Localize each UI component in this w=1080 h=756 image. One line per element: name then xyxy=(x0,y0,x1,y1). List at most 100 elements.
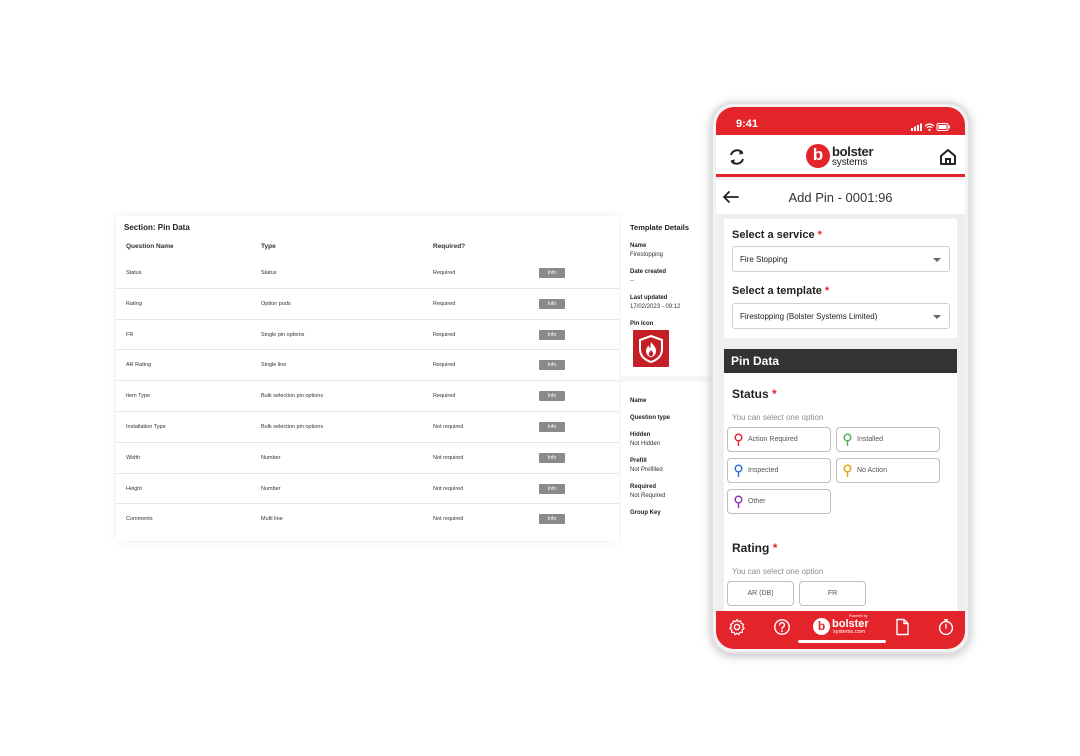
fire-shield-icon xyxy=(633,330,669,367)
question-name: AR Rating xyxy=(126,362,152,369)
question-name: Rating xyxy=(126,300,142,307)
question-table-body: Status Status Required Info Rating Optio… xyxy=(116,258,619,535)
rating-options: AR (DB) FR xyxy=(727,581,947,607)
info-button[interactable]: Info xyxy=(539,514,565,525)
bolster-logo-mark: b xyxy=(813,618,830,635)
sync-icon[interactable] xyxy=(727,147,747,167)
hidden-label: Hidden xyxy=(630,432,651,438)
info-button[interactable]: Info xyxy=(539,268,565,278)
question-name: Height xyxy=(126,485,142,492)
required-asterisk: * xyxy=(772,387,777,401)
table-row[interactable]: Width Number Not required Info xyxy=(116,443,619,474)
service-select[interactable]: Fire Stopping xyxy=(732,246,950,272)
template-details-card: Template Details Name Firestopping Date … xyxy=(621,216,713,376)
question-type: Number xyxy=(261,454,281,461)
status-option-label: Inspected xyxy=(748,467,779,474)
dropdown-caret-icon xyxy=(933,258,941,262)
status-hint: You can select one option xyxy=(732,413,824,422)
question-name: Installation Type xyxy=(126,423,166,430)
form-scroll-area[interactable]: Select a service * Fire Stopping Select … xyxy=(716,214,965,611)
template-label: Select a template * xyxy=(732,285,829,297)
status-option-other[interactable]: Other xyxy=(727,489,831,514)
template-select-value: Firestopping (Bolster Systems Limited) xyxy=(740,312,878,321)
battery-icon xyxy=(936,123,950,131)
last-updated-value: 17/02/2023 - 09:12 xyxy=(630,304,681,310)
rating-option-ar-db[interactable]: AR (DB) xyxy=(727,581,794,606)
home-icon[interactable] xyxy=(938,147,958,167)
info-button[interactable]: Info xyxy=(539,329,565,340)
table-row[interactable]: AR Rating Single line Required Info xyxy=(116,350,619,382)
document-icon[interactable] xyxy=(893,618,911,636)
help-question-icon[interactable] xyxy=(773,618,791,636)
question-type: Bulk selection pin options xyxy=(261,393,324,400)
question-required: Required xyxy=(433,393,456,400)
group-key-label: Group Key xyxy=(630,510,661,516)
info-button[interactable]: Info xyxy=(539,298,565,309)
info-button[interactable]: Info xyxy=(539,421,565,432)
status-option-label: Other xyxy=(748,498,766,505)
bottom-tab-bar: Powered by b bolster systems.com xyxy=(716,611,965,649)
date-created-value: -- xyxy=(630,278,634,284)
status-option-installed[interactable]: Installed xyxy=(836,427,940,452)
bolster-logo: b bolster systems xyxy=(806,143,878,171)
dropdown-caret-icon xyxy=(933,315,941,319)
template-select[interactable]: Firestopping (Bolster Systems Limited) xyxy=(732,303,950,329)
table-row[interactable]: Height Number Not required Info xyxy=(116,474,619,505)
pin-data-title: Pin Data xyxy=(731,354,780,368)
question-type: Number xyxy=(261,485,281,492)
status-option-inspected[interactable]: Inspected xyxy=(727,458,831,483)
question-details-card: Name Question type Hidden Not Hidden Pre… xyxy=(621,382,713,541)
question-required: Not required xyxy=(433,516,464,523)
page-title: Add Pin - 0001:96 xyxy=(788,190,893,205)
status-label-text: Status xyxy=(732,387,769,401)
table-row[interactable]: Item Type Bulk selection pin options Req… xyxy=(116,381,619,412)
rating-option-label: AR (DB) xyxy=(747,590,774,597)
status-option-no-action[interactable]: No Action xyxy=(836,458,940,483)
status-time: 9:41 xyxy=(736,118,759,130)
prefill-value: Not Prefilled xyxy=(630,467,663,473)
required-asterisk: * xyxy=(772,541,778,555)
table-row[interactable]: FR Single pin options Required Info xyxy=(116,320,619,351)
question-type: Multi line xyxy=(261,516,283,523)
question-name: Status xyxy=(126,270,142,276)
service-template-card: Select a service * Fire Stopping Select … xyxy=(724,219,957,338)
table-row[interactable]: Rating Option pods Required Info xyxy=(116,289,619,320)
map-pin-icon xyxy=(843,464,852,477)
question-required: Not required xyxy=(433,423,464,430)
pin-data-header: Pin Data xyxy=(724,349,957,373)
bolster-logo-mark: b xyxy=(806,144,830,168)
column-header-type: Type xyxy=(261,243,276,250)
info-button[interactable]: Info xyxy=(539,391,565,402)
pin-data-card: Status * You can select one option Actio… xyxy=(724,373,957,611)
brand-subtitle: systems xyxy=(832,157,868,168)
required-asterisk: * xyxy=(817,229,822,241)
settings-gear-icon[interactable] xyxy=(728,618,746,636)
question-name: Comments xyxy=(126,516,153,523)
question-table-panel: Section: Pin Data Question Name Type Req… xyxy=(116,216,619,541)
question-name: Item Type xyxy=(126,393,151,400)
hidden-value: Not Hidden xyxy=(630,441,661,447)
rating-option-fr[interactable]: FR xyxy=(799,581,866,606)
prefill-label: Prefill xyxy=(630,458,647,464)
question-type: Single pin options xyxy=(261,331,305,338)
table-row[interactable]: Installation Type Bulk selection pin opt… xyxy=(116,412,619,443)
status-option-action-required[interactable]: Action Required xyxy=(727,427,831,452)
map-pin-icon xyxy=(734,495,743,508)
question-required: Required xyxy=(433,331,456,338)
date-created-label: Date created xyxy=(630,269,667,275)
template-name-value: Firestopping xyxy=(630,252,664,258)
phone-screen: 9:41 b bolster systems Add Pin - 0001:96… xyxy=(716,107,965,649)
table-row[interactable]: Comments Multi line Not required Info xyxy=(116,504,619,535)
app-header: b bolster systems xyxy=(716,135,965,177)
template-name-label: Name xyxy=(630,243,647,249)
info-button[interactable]: Info xyxy=(539,360,565,371)
stopwatch-icon[interactable] xyxy=(937,618,955,636)
info-button[interactable]: Info xyxy=(539,483,565,494)
question-name-label: Name xyxy=(630,398,647,404)
table-row[interactable]: Status Status Required Info xyxy=(116,258,619,289)
status-option-label: Installed xyxy=(857,436,884,443)
service-label-text: Select a service xyxy=(732,229,815,241)
service-select-value: Fire Stopping xyxy=(740,255,788,264)
question-required: Not required xyxy=(433,485,464,492)
info-button[interactable]: Info xyxy=(539,452,565,463)
